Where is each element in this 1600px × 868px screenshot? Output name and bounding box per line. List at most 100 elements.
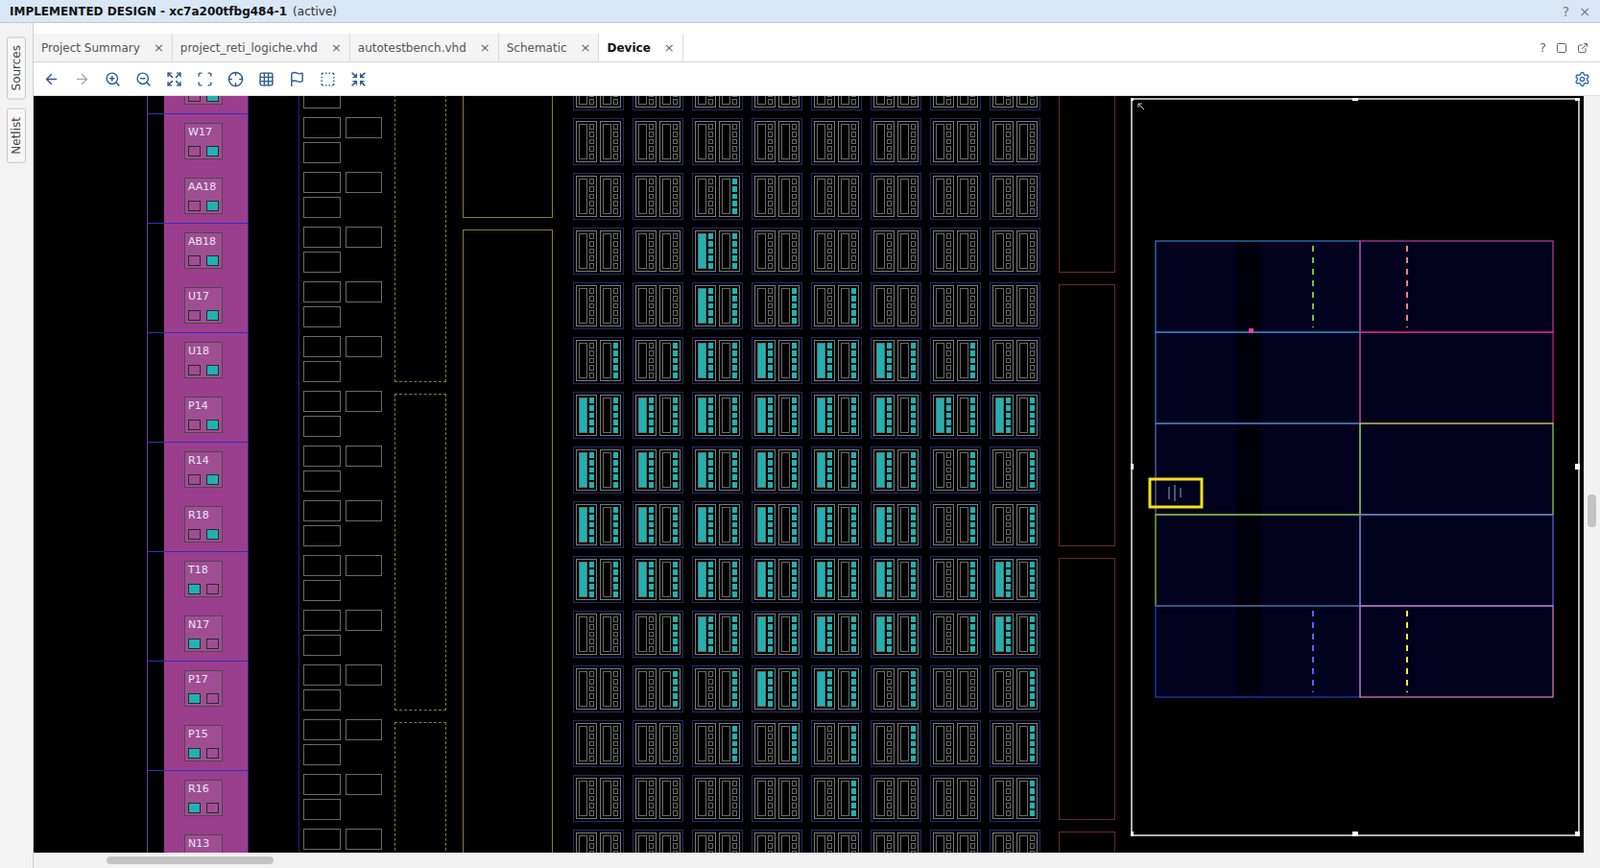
io-pad[interactable]: U18 [184,341,223,379]
clb-tile[interactable] [692,95,743,111]
slice[interactable] [575,503,598,546]
slice[interactable] [635,175,657,217]
clb-tile[interactable] [751,555,803,603]
slice[interactable] [694,777,717,819]
slice[interactable] [778,449,800,491]
clb-tile[interactable] [632,610,684,658]
clb-tile[interactable] [811,501,862,549]
slice[interactable] [992,722,1014,765]
slice[interactable] [992,503,1014,546]
slice[interactable] [932,449,955,491]
slice[interactable] [897,95,919,108]
slice[interactable] [754,722,776,765]
slice[interactable] [694,449,717,491]
slice[interactable] [813,230,836,272]
interconnect-box[interactable] [303,689,341,711]
slice[interactable] [694,613,717,655]
slice[interactable] [778,668,800,710]
slice[interactable] [813,339,836,382]
interconnect-box[interactable] [303,306,341,328]
slice[interactable] [575,613,598,655]
clb-tile[interactable] [751,118,803,166]
clb-tile[interactable] [930,665,981,713]
slice[interactable] [1016,394,1038,436]
slice[interactable] [694,230,717,272]
slice[interactable] [778,503,800,546]
clb-tile[interactable] [930,555,981,603]
slice[interactable] [956,503,979,546]
interconnect-box[interactable] [345,390,383,412]
pad-site[interactable] [206,528,219,540]
slice[interactable] [932,558,955,600]
routing-icon[interactable] [258,71,275,88]
clb-tile[interactable] [573,610,624,658]
clb-tile[interactable] [870,719,922,767]
device-canvas[interactable]: W17AA18AB18U17U18P14R14R18T18N17P17P15R1… [33,95,1584,853]
clb-tile[interactable] [573,391,624,439]
clb-tile[interactable] [751,665,803,713]
slice[interactable] [956,449,979,491]
clb-tile[interactable] [989,391,1041,439]
clb-tile[interactable] [870,501,922,549]
slice[interactable] [575,120,598,163]
io-pad[interactable]: P15 [184,724,223,762]
slice[interactable] [897,175,919,217]
slice[interactable] [873,175,895,217]
side-tab[interactable]: Netlist [6,108,26,164]
clb-tile[interactable] [573,336,624,384]
clb-tile[interactable] [692,555,743,603]
slice[interactable] [932,503,955,546]
clb-tile[interactable] [692,774,743,822]
slice[interactable] [1016,722,1038,765]
interconnect-box[interactable] [345,281,383,303]
clb-tile[interactable] [573,118,624,166]
interconnect-box[interactable] [345,500,383,522]
io-pad[interactable]: P14 [184,396,223,433]
slice[interactable] [659,285,681,327]
pad-site[interactable] [188,145,201,157]
clb-tile[interactable] [930,118,981,166]
slice[interactable] [1016,95,1038,108]
slice[interactable] [599,613,621,655]
slice[interactable] [992,613,1014,655]
slice[interactable] [635,722,657,765]
slice[interactable] [956,339,979,382]
clb-tile[interactable] [870,610,922,658]
clb-tile[interactable] [870,391,922,439]
pad-site[interactable] [188,692,201,704]
slice[interactable] [778,95,800,108]
slice[interactable] [956,285,979,327]
slice[interactable] [956,668,979,710]
slice[interactable] [956,120,979,163]
slice[interactable] [659,558,681,600]
slice[interactable] [659,120,681,163]
slice[interactable] [635,668,657,710]
slice[interactable] [956,394,979,436]
slice[interactable] [873,503,895,546]
slice[interactable] [599,777,621,819]
clb-tile[interactable] [930,227,981,275]
io-pad[interactable]: AB18 [184,232,223,269]
clb-tile[interactable] [751,172,803,220]
forward-icon[interactable] [73,71,91,88]
slice[interactable] [599,230,621,272]
slice[interactable] [992,175,1014,217]
slice[interactable] [718,558,741,600]
interconnect-box[interactable] [345,226,383,248]
clb-tile[interactable] [573,665,624,713]
clb-tile[interactable] [870,282,922,330]
io-pad[interactable]: T18 [184,560,223,598]
slice[interactable] [599,175,621,217]
slice[interactable] [1016,285,1038,327]
clb-tile[interactable] [870,227,922,275]
slice[interactable] [718,285,741,327]
clb-tile[interactable] [751,610,803,658]
clb-tile[interactable] [811,282,862,330]
slice[interactable] [718,339,741,382]
clb-tile[interactable] [811,555,862,603]
clb-tile[interactable] [930,95,981,111]
clb-tile[interactable] [811,719,862,767]
slice[interactable] [932,394,955,436]
slice[interactable] [575,668,598,710]
slice[interactable] [1016,558,1038,600]
